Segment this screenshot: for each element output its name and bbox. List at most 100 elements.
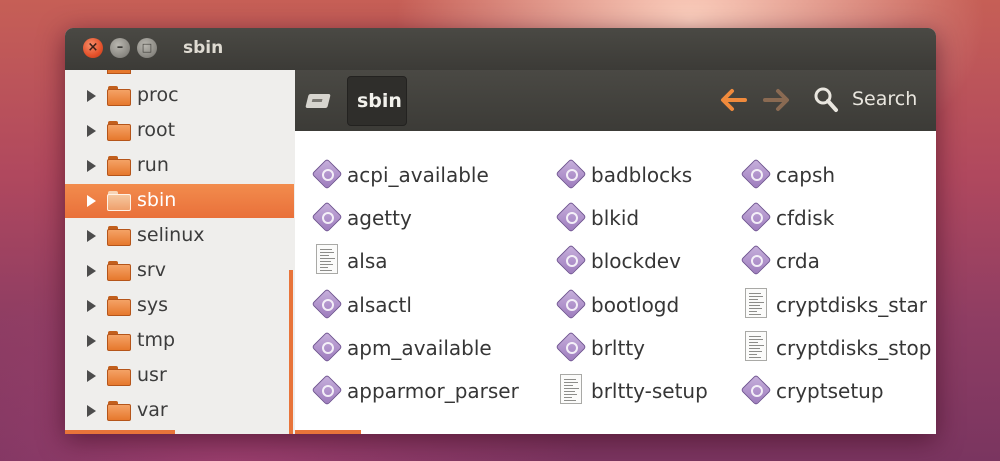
script-file-icon [740, 288, 774, 322]
sidebar-item-label: tmp [137, 329, 176, 351]
file-item[interactable]: acpi_available [311, 155, 541, 195]
sidebar-vertical-scrollbar[interactable] [289, 270, 293, 434]
folder-icon [107, 331, 131, 351]
file-item[interactable]: cryptsetup [740, 371, 936, 411]
breadcrumb-button[interactable]: sbin [347, 76, 407, 126]
file-name: cryptdisks_star [776, 293, 928, 317]
sidebar-item-sys[interactable]: sys [65, 289, 294, 323]
executable-icon [740, 158, 774, 192]
expand-arrow-icon[interactable] [87, 195, 96, 207]
content-horizontal-scrollbar[interactable] [295, 430, 361, 434]
file-name: apparmor_parser [347, 379, 519, 403]
executable-icon [555, 201, 589, 235]
title-bar[interactable]: × – □ sbin [65, 28, 936, 70]
file-name: crda [776, 249, 820, 273]
sidebar-item-usr[interactable]: usr [65, 359, 294, 393]
back-arrow-icon[interactable] [717, 85, 749, 115]
sidebar-horizontal-scrollbar[interactable] [65, 430, 175, 434]
sidebar-item-label: usr [137, 364, 167, 386]
executable-icon [555, 288, 589, 322]
script-file-icon [555, 374, 589, 408]
search-icon[interactable] [813, 85, 839, 113]
sidebar-item-label: root [137, 119, 176, 141]
expand-arrow-icon[interactable] [87, 90, 96, 102]
file-name: apm_available [347, 336, 492, 360]
file-name: blkid [591, 206, 640, 230]
expand-arrow-icon[interactable] [87, 265, 96, 277]
executable-icon [740, 201, 774, 235]
file-name: brltty-setup [591, 379, 708, 403]
expand-arrow-icon[interactable] [87, 230, 96, 242]
sidebar-item-run[interactable]: run [65, 149, 294, 183]
file-item[interactable]: alsa [311, 241, 541, 281]
expand-arrow-icon[interactable] [87, 335, 96, 347]
folder-icon [107, 121, 131, 141]
file-name: brltty [591, 336, 645, 360]
sidebar-item-label: selinux [137, 224, 205, 246]
forward-arrow-icon[interactable] [761, 85, 793, 115]
expand-arrow-icon[interactable] [87, 160, 96, 172]
file-name: capsh [776, 163, 836, 187]
file-name: bootlogd [591, 293, 680, 317]
executable-icon [311, 374, 345, 408]
sidebar-item-root[interactable]: root [65, 114, 294, 148]
file-item[interactable]: alsactl [311, 285, 541, 325]
file-name: alsa [347, 249, 388, 273]
file-name: acpi_available [347, 163, 489, 187]
sidebar-item-label: sbin [137, 189, 177, 211]
file-item[interactable]: cryptdisks_star [740, 285, 936, 325]
sidebar-item-tmp[interactable]: tmp [65, 324, 294, 358]
file-item[interactable]: cryptdisks_stop [740, 328, 936, 368]
file-item[interactable]: cfdisk [740, 198, 936, 238]
sidebar-item-label: sys [137, 294, 169, 316]
file-name: badblocks [591, 163, 693, 187]
expand-arrow-icon[interactable] [87, 405, 96, 417]
executable-icon [740, 374, 774, 408]
search-button-label[interactable]: Search [852, 88, 917, 110]
folder-icon [107, 296, 131, 316]
file-name: cfdisk [776, 206, 835, 230]
maximize-button[interactable]: □ [137, 38, 157, 58]
executable-icon [555, 331, 589, 365]
file-item[interactable]: crda [740, 241, 936, 281]
breadcrumb-label: sbin [357, 90, 402, 112]
file-name: alsactl [347, 293, 412, 317]
folder-icon [107, 366, 131, 386]
folder-icon [107, 261, 131, 281]
sidebar-item-sbin[interactable]: sbin [65, 184, 294, 218]
sidebar-tree[interactable]: proc root run sbin selinux srv sys tmp u… [65, 70, 295, 434]
minimize-button[interactable]: – [110, 38, 130, 58]
folder-icon [107, 156, 131, 176]
sidebar-item-var[interactable]: var [65, 394, 294, 428]
folder-icon [107, 191, 131, 211]
toolbar: sbin Search [295, 70, 936, 131]
file-name: cryptsetup [776, 379, 884, 403]
sidebar-item-label: proc [137, 84, 179, 106]
sidebar-item-srv[interactable]: srv [65, 254, 294, 288]
executable-icon [311, 331, 345, 365]
file-item[interactable]: apparmor_parser [311, 371, 541, 411]
folder-icon [107, 401, 131, 421]
executable-icon [311, 288, 345, 322]
folder-icon [107, 226, 131, 246]
script-file-icon [311, 244, 345, 278]
file-grid[interactable]: acpi_availableagetty alsa alsactl apm_avail… [295, 131, 936, 434]
sidebar-item-selinux[interactable]: selinux [65, 219, 294, 253]
sidebar-item-label: run [137, 154, 169, 176]
script-file-icon [740, 331, 774, 365]
sidebar-item-label: srv [137, 259, 166, 281]
executable-icon [740, 244, 774, 278]
expand-arrow-icon[interactable] [87, 370, 96, 382]
file-item[interactable]: capsh [740, 155, 936, 195]
file-item[interactable]: apm_available [311, 328, 541, 368]
close-button[interactable]: × [83, 38, 103, 58]
drive-icon[interactable] [305, 94, 331, 108]
expand-arrow-icon[interactable] [87, 125, 96, 137]
sidebar-item-proc[interactable]: proc [65, 79, 294, 113]
expand-arrow-icon[interactable] [87, 300, 96, 312]
folder-icon [107, 70, 131, 74]
file-item[interactable]: agetty [311, 198, 541, 238]
sidebar-item-label: var [137, 399, 168, 421]
window-title: sbin [183, 38, 224, 58]
executable-icon [311, 158, 345, 192]
